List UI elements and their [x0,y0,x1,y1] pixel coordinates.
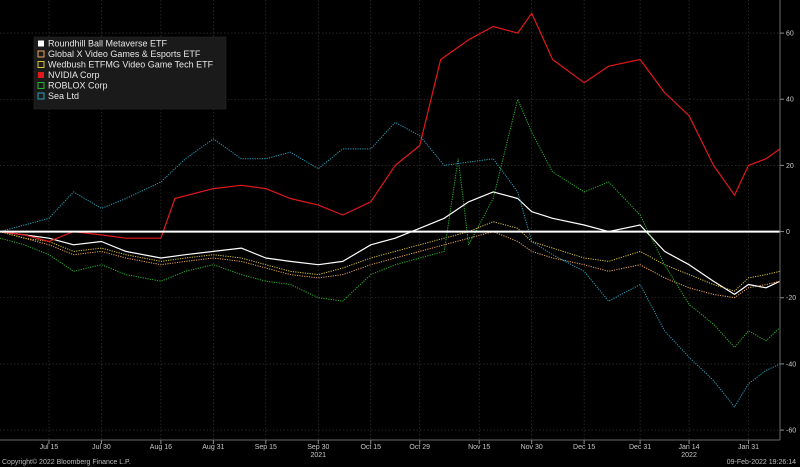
x-tick-label: Jan 31 [738,444,759,451]
legend-label: Sea Ltd [48,91,79,101]
x-tick-label: Nov 30 [521,444,543,451]
x-tick-label: Sep 15 [255,444,277,451]
x-year-label: 2021 [311,452,327,459]
timestamp: 09-Feb-2022 19:26:14 [726,459,796,466]
x-tick-label: Sep 30 [307,444,329,451]
x-tick-label: Nov 15 [468,444,490,451]
legend-swatch [38,72,44,78]
y-tick-label: -60 [786,428,796,435]
legend: Roundhill Ball Metaverse ETFGlobal X Vid… [33,36,227,110]
legend-label: NVIDIA Corp [48,70,100,80]
x-tick-label: Jan 14 [679,444,700,451]
x-tick-label: Dec 15 [573,444,595,451]
legend-label: Global X Video Games & Esports ETF [48,49,201,59]
legend-label: ROBLOX Corp [48,81,108,91]
x-tick-label: Jul 30 [92,444,111,451]
x-tick-label: Oct 29 [409,444,430,451]
y-tick-label: 40 [786,97,794,104]
x-tick-label: Jul 15 [40,444,59,451]
x-tick-label: Dec 31 [629,444,651,451]
x-year-label: 2022 [681,452,697,459]
x-tick-label: Aug 31 [202,444,224,451]
y-tick-label: 20 [786,163,794,170]
x-tick-label: Aug 16 [150,444,172,451]
copyright-notice: Copyright© 2022 Bloomberg Finance L.P. [2,459,131,466]
legend-label: Roundhill Ball Metaverse ETF [48,39,168,49]
line-chart: 60 40 20 0 -20 -40 -60 Jul 15 Jul 30 Aug 16 Aug 3… [0,0,800,467]
y-tick-label: -40 [786,361,796,368]
y-tick-label: 60 [786,31,794,38]
x-tick-label: Oct 15 [360,444,381,451]
legend-swatch [38,40,44,47]
legend-label: Wedbush ETFMG Video Game Tech ETF [48,60,214,70]
y-tick-label: -20 [786,295,796,302]
y-tick-label: 0 [786,229,790,236]
